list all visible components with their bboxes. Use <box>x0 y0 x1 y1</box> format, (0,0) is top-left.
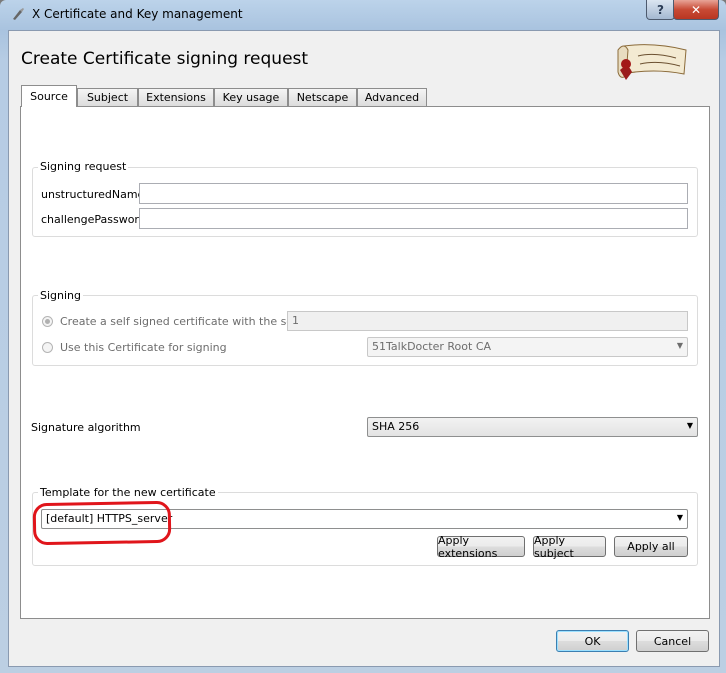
tab-advanced[interactable]: Advanced <box>357 88 427 106</box>
window-title: X Certificate and Key management <box>32 7 243 21</box>
signature-algorithm-select[interactable]: SHA 256 ▼ <box>367 417 698 437</box>
highlight-annotation <box>32 500 172 546</box>
signing-ca-value: 51TalkDocter Root CA <box>372 340 492 353</box>
tab-netscape[interactable]: Netscape <box>288 88 357 106</box>
apply-subject-button[interactable]: Apply subject <box>533 534 606 560</box>
app-icon <box>13 8 24 20</box>
help-button[interactable]: ? <box>646 0 675 20</box>
unstructured-name-input[interactable] <box>139 183 688 204</box>
scroll-logo-icon <box>617 44 687 80</box>
chevron-down-icon: ▼ <box>686 421 693 430</box>
apply-extensions-button[interactable]: Apply extensions <box>437 534 525 560</box>
chevron-down-icon: ▼ <box>676 513 683 522</box>
template-title: Template for the new certificate <box>38 486 218 499</box>
tab-subject[interactable]: Subject <box>77 88 138 106</box>
self-signed-label: Create a self signed certificate with th… <box>60 315 311 328</box>
cancel-button[interactable]: Cancel <box>636 630 709 652</box>
apply-all-button[interactable]: Apply all <box>614 536 688 557</box>
signing-request-title: Signing request <box>38 160 129 173</box>
serial-input[interactable]: 1 <box>287 311 688 331</box>
self-signed-radio[interactable] <box>42 316 53 327</box>
close-button[interactable]: ✕ <box>673 0 719 20</box>
challenge-password-label: challengePassword <box>41 213 146 226</box>
tab-extensions[interactable]: Extensions <box>138 88 214 106</box>
use-certificate-label: Use this Certificate for signing <box>60 341 227 354</box>
challenge-password-input[interactable] <box>139 208 688 229</box>
tab-key-usage[interactable]: Key usage <box>214 88 288 106</box>
unstructured-name-label: unstructuredName <box>41 188 145 201</box>
signature-algorithm-value: SHA 256 <box>372 420 420 433</box>
signature-algorithm-label: Signature algorithm <box>31 421 141 434</box>
chevron-down-icon: ▼ <box>676 341 683 350</box>
signing-title: Signing <box>38 289 84 302</box>
dialog-heading: Create Certificate signing request <box>21 49 309 69</box>
use-certificate-radio[interactable] <box>42 342 53 353</box>
ok-button[interactable]: OK <box>556 630 629 652</box>
signing-ca-select[interactable]: 51TalkDocter Root CA ▼ <box>367 337 688 357</box>
tab-source[interactable]: Source <box>21 85 77 107</box>
